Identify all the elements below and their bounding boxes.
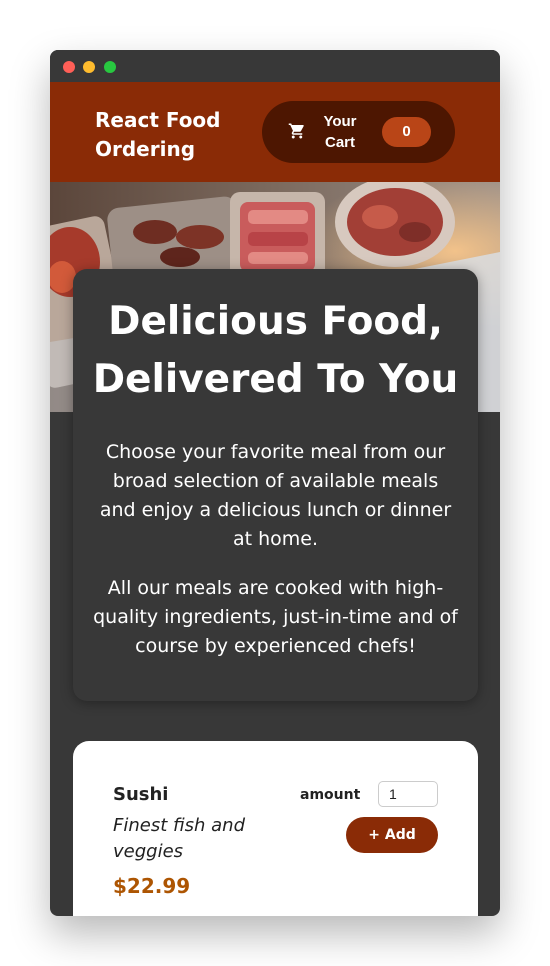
- summary-title: Delicious Food, Delivered To You: [92, 299, 459, 402]
- add-to-cart-button[interactable]: + Add: [346, 817, 438, 853]
- cart-count-badge: 0: [382, 117, 431, 147]
- amount-input[interactable]: 1: [378, 781, 438, 807]
- maximize-window-button[interactable]: [104, 61, 116, 73]
- meals-list-card: Sushi Finest fish and veggies $22.99 amo…: [73, 741, 478, 916]
- amount-label: amount: [300, 787, 361, 803]
- cart-button[interactable]: Your Cart 0: [262, 101, 455, 163]
- summary-card: Delicious Food, Delivered To You Choose …: [73, 269, 478, 701]
- app-header: React Food Ordering Your Cart 0: [50, 82, 500, 182]
- close-window-button[interactable]: [63, 61, 75, 73]
- meal-description: Finest fish and veggies: [113, 815, 245, 862]
- meal-price: $22.99: [113, 874, 191, 898]
- summary-paragraph-2: All our meals are cooked with high-quali…: [93, 577, 458, 657]
- browser-window: React Food Ordering Your Cart 0 Deliciou…: [50, 50, 500, 916]
- cart-label: Your Cart: [323, 113, 357, 151]
- meal-name: Sushi: [113, 784, 169, 805]
- cart-icon: [288, 123, 304, 139]
- window-titlebar: [50, 50, 500, 82]
- summary-paragraph-1: Choose your favorite meal from our broad…: [99, 441, 452, 550]
- brand-title: React Food Ordering: [95, 108, 221, 161]
- minimize-window-button[interactable]: [83, 61, 95, 73]
